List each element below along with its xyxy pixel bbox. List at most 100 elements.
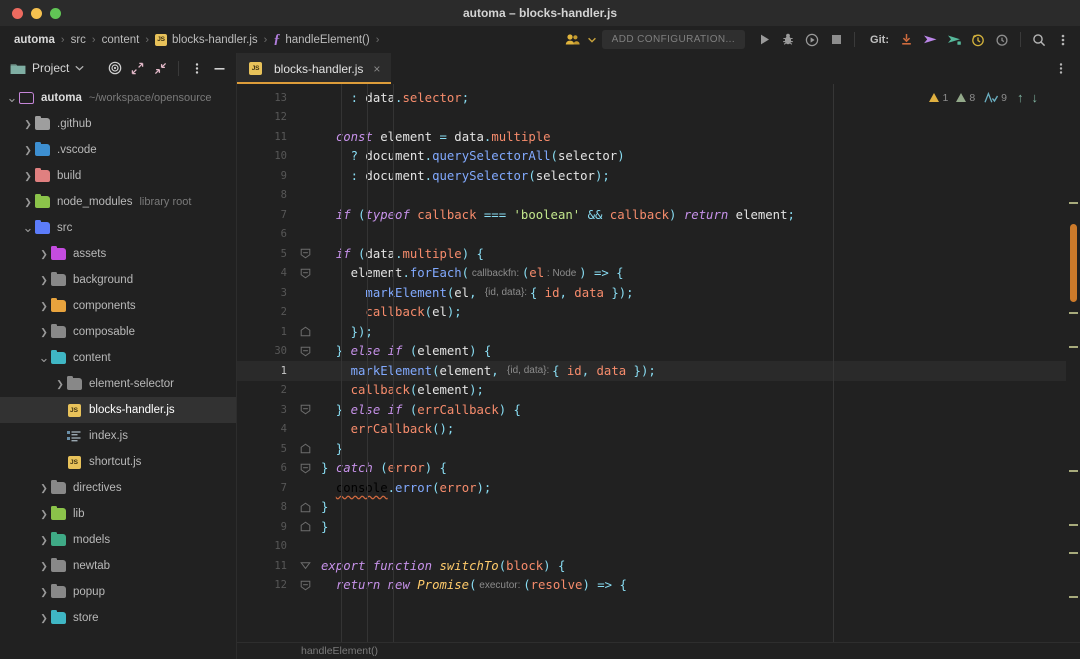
inspection-widget[interactable]: 1 8 9 ↑ ↓ bbox=[929, 90, 1038, 105]
project-panel-title[interactable]: Project bbox=[10, 61, 84, 75]
run-configuration-selector[interactable]: ADD CONFIGURATION... bbox=[601, 30, 746, 49]
code-content[interactable]: : data. selector; const element = data. mu… bbox=[315, 84, 1080, 642]
code-line[interactable]: callback(el); bbox=[315, 303, 1080, 323]
code-line[interactable]: }); bbox=[315, 322, 1080, 342]
tree-item[interactable]: JS blocks-handler.js bbox=[0, 397, 236, 423]
chevron-right-icon[interactable]: ❯ bbox=[22, 145, 34, 156]
tree-item[interactable]: ⌄ content bbox=[0, 345, 236, 371]
code-line[interactable]: if (typeof callback === 'boolean' && cal… bbox=[315, 205, 1080, 225]
chevron-down-icon[interactable]: ⌄ bbox=[22, 221, 34, 234]
stop-icon[interactable] bbox=[825, 29, 847, 51]
warnings-indicator[interactable]: 1 bbox=[929, 92, 948, 104]
tab-blocks-handler[interactable]: JS blocks-handler.js × bbox=[237, 53, 392, 84]
code-marker[interactable] bbox=[1069, 202, 1078, 204]
update-project-icon[interactable] bbox=[895, 29, 917, 51]
tree-item[interactable]: ❯ components bbox=[0, 293, 236, 319]
tree-item[interactable]: ❯ build bbox=[0, 163, 236, 189]
chevron-right-icon[interactable]: ❯ bbox=[22, 119, 34, 130]
code-line[interactable]: } bbox=[315, 517, 1080, 537]
fold-marker[interactable] bbox=[295, 264, 315, 284]
fold-marker[interactable] bbox=[295, 322, 315, 342]
tree-item[interactable]: ❯ composable bbox=[0, 319, 236, 345]
code-line[interactable]: callback(element); bbox=[315, 381, 1080, 401]
code-line[interactable]: errCallback (); bbox=[315, 420, 1080, 440]
select-opened-file-icon[interactable] bbox=[104, 58, 125, 79]
commit-icon[interactable] bbox=[943, 29, 965, 51]
chevron-right-icon[interactable]: ❯ bbox=[38, 587, 50, 598]
breadcrumb-item-function[interactable]: handleElement() bbox=[285, 34, 369, 46]
code-line[interactable] bbox=[315, 186, 1080, 206]
tree-item[interactable]: ❯ assets bbox=[0, 241, 236, 267]
typos-indicator[interactable]: 9 bbox=[984, 91, 1007, 104]
chevron-right-icon[interactable]: ❯ bbox=[22, 197, 34, 208]
breadcrumb-item-project[interactable]: automa bbox=[14, 34, 55, 46]
tree-item[interactable]: JS shortcut.js bbox=[0, 449, 236, 475]
tree-item[interactable]: ❯ .github bbox=[0, 111, 236, 137]
breadcrumb-item-src[interactable]: src bbox=[71, 34, 86, 46]
fold-marker[interactable] bbox=[295, 400, 315, 420]
breadcrumb-item-file[interactable]: blocks-handler.js bbox=[172, 34, 258, 46]
code-marker[interactable] bbox=[1069, 312, 1078, 314]
project-tree[interactable]: ⌄ automa ~/workspace/opensource ❯ .github ❯ .v… bbox=[0, 83, 236, 659]
breadcrumb-item-content[interactable]: content bbox=[102, 34, 140, 46]
code-line[interactable]: ? document. querySelectorAll(selector) bbox=[315, 147, 1080, 167]
code-marker[interactable] bbox=[1069, 470, 1078, 472]
code-line[interactable] bbox=[315, 225, 1080, 245]
hide-panel-icon[interactable] bbox=[209, 58, 230, 79]
chevron-right-icon[interactable]: ❯ bbox=[22, 171, 34, 182]
fold-marker[interactable] bbox=[295, 459, 315, 479]
minimize-window-button[interactable] bbox=[31, 7, 42, 19]
chevron-right-icon[interactable]: ❯ bbox=[38, 509, 50, 520]
arrow-up-icon[interactable]: ↑ bbox=[1017, 90, 1024, 105]
kebab-menu-icon[interactable] bbox=[1052, 29, 1074, 51]
code-folding-gutter[interactable] bbox=[295, 84, 315, 642]
code-line[interactable]: if (data. multiple) { bbox=[315, 244, 1080, 264]
close-window-button[interactable] bbox=[12, 7, 23, 19]
rollback-icon[interactable] bbox=[991, 29, 1013, 51]
close-icon[interactable]: × bbox=[373, 62, 380, 76]
code-line[interactable]: return new Promise( executor: (resolve) … bbox=[315, 576, 1080, 596]
chevron-down-icon[interactable]: ⌄ bbox=[6, 91, 18, 104]
chevron-right-icon[interactable]: ❯ bbox=[54, 379, 66, 390]
tree-item[interactable]: ❯ node_modules library root bbox=[0, 189, 236, 215]
tree-item[interactable]: ❯ newtab bbox=[0, 553, 236, 579]
fold-marker[interactable] bbox=[295, 498, 315, 518]
chevron-right-icon[interactable]: ❯ bbox=[38, 613, 50, 624]
code-line[interactable]: } catch (error) { bbox=[315, 459, 1080, 479]
fold-marker[interactable] bbox=[295, 439, 315, 459]
fold-marker[interactable] bbox=[295, 244, 315, 264]
editor-marker-track[interactable] bbox=[1066, 84, 1080, 642]
tree-item[interactable]: ❯ .vscode bbox=[0, 137, 236, 163]
run-with-coverage-icon[interactable] bbox=[801, 29, 823, 51]
code-line[interactable]: export function switchTo(block) { bbox=[315, 556, 1080, 576]
chevron-right-icon[interactable]: ❯ bbox=[38, 327, 50, 338]
code-line[interactable]: console. error(error); bbox=[315, 478, 1080, 498]
code-line[interactable]: } bbox=[315, 439, 1080, 459]
code-line[interactable]: } else if (errCallback) { bbox=[315, 400, 1080, 420]
fold-marker[interactable] bbox=[295, 556, 315, 576]
search-everywhere-icon[interactable] bbox=[1028, 29, 1050, 51]
code-marker[interactable] bbox=[1069, 552, 1078, 554]
fold-marker[interactable] bbox=[295, 342, 315, 362]
chevron-right-icon[interactable]: ❯ bbox=[38, 483, 50, 494]
tree-item[interactable]: ❯ store bbox=[0, 605, 236, 631]
users-icon[interactable] bbox=[562, 29, 584, 51]
fold-marker[interactable] bbox=[295, 517, 315, 537]
options-kebab-icon[interactable] bbox=[186, 58, 207, 79]
tree-item[interactable]: ❯ models bbox=[0, 527, 236, 553]
kebab-menu-icon[interactable] bbox=[1050, 58, 1072, 80]
maximize-window-button[interactable] bbox=[50, 7, 61, 19]
debug-icon[interactable] bbox=[777, 29, 799, 51]
code-line[interactable]: markElement(element, {id, data}: { id, d… bbox=[315, 361, 1080, 381]
history-icon[interactable] bbox=[967, 29, 989, 51]
tree-item[interactable]: index.js bbox=[0, 423, 236, 449]
weak-warnings-indicator[interactable]: 8 bbox=[956, 92, 975, 104]
code-line[interactable] bbox=[315, 108, 1080, 128]
code-line[interactable]: : document. querySelector(selector); bbox=[315, 166, 1080, 186]
tree-item[interactable]: ⌄ src bbox=[0, 215, 236, 241]
tree-item[interactable]: ⌄ automa ~/workspace/opensource bbox=[0, 85, 236, 111]
push-commits-icon[interactable] bbox=[919, 29, 941, 51]
code-line[interactable]: const element = data. multiple bbox=[315, 127, 1080, 147]
collapse-all-icon[interactable] bbox=[150, 58, 171, 79]
chevron-right-icon[interactable]: ❯ bbox=[38, 561, 50, 572]
